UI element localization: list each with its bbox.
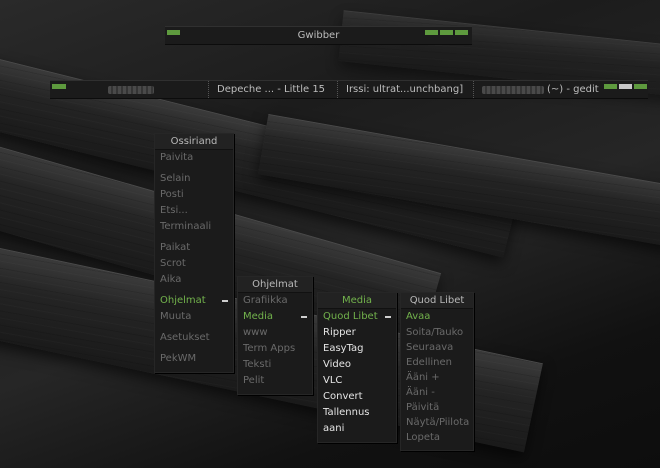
task-item-4[interactable]: (~) - gedit (473, 81, 602, 98)
task-item-1[interactable] (108, 81, 208, 98)
menu-item-aani-plus[interactable]: Ääni + (401, 370, 473, 385)
menu-item-easytag[interactable]: EasyTag (318, 341, 396, 357)
menu-item-teksti[interactable]: Teksti (238, 357, 312, 373)
menu-item-quod-libet[interactable]: Quod Libet (318, 309, 396, 325)
menu-item-aani[interactable]: aani (318, 421, 396, 437)
menu-item-edellinen[interactable]: Edellinen (401, 355, 473, 370)
menu-item-term-apps[interactable]: Term Apps (238, 341, 312, 357)
blurred-title-icon (108, 85, 154, 94)
media-menu-title: Media (318, 293, 396, 309)
menu-item-ripper[interactable]: Ripper (318, 325, 396, 341)
submenu-arrow-icon (222, 300, 228, 302)
blurred-title-icon (482, 85, 544, 94)
menu-item-soita-tauko[interactable]: Soita/Tauko (401, 325, 473, 340)
tray-indicator-1[interactable] (604, 84, 617, 89)
submenu-arrow-icon (301, 316, 307, 318)
menu-item-selain[interactable]: Selain (155, 171, 233, 187)
gwibber-titlebar[interactable]: Gwibber (165, 26, 472, 45)
tray-indicator-2[interactable] (619, 84, 632, 89)
ohjelmat-menu: Ohjelmat Grafiikka Media www Term Apps T… (237, 276, 313, 395)
menu-item-asetukset[interactable]: Asetukset (155, 330, 233, 346)
menu-item-pekwm[interactable]: PekWM (155, 351, 233, 367)
menu-item-pelit[interactable]: Pelit (238, 373, 312, 389)
menu-item-ohjelmat[interactable]: Ohjelmat (155, 293, 233, 309)
menu-item-scrot[interactable]: Scrot (155, 256, 233, 272)
menu-item-etsi[interactable]: Etsi... (155, 203, 233, 219)
menu-item-tallennus[interactable]: Tallennus (318, 405, 396, 421)
maximize-button[interactable] (440, 30, 453, 35)
menu-item-paikat[interactable]: Paikat (155, 240, 233, 256)
task-item-2[interactable]: Depeche ... - Little 15 (208, 81, 335, 98)
media-menu: Media Quod Libet Ripper EasyTag Video VL… (317, 292, 397, 443)
menu-item-aani-minus[interactable]: Ääni - (401, 385, 473, 400)
submenu-arrow-icon (385, 316, 391, 318)
menu-item-muuta[interactable]: Muuta (155, 309, 233, 325)
taskbar: Depeche ... - Little 15 Irssi: ultrat...… (50, 80, 648, 99)
taskbar-menu-icon[interactable] (52, 84, 66, 89)
menu-item-media[interactable]: Media (238, 309, 312, 325)
ohjelmat-menu-title: Ohjelmat (238, 277, 312, 293)
menu-item-avaa[interactable]: Avaa (401, 309, 473, 325)
menu-item-convert[interactable]: Convert (318, 389, 396, 405)
tray-indicator-3[interactable] (634, 84, 647, 89)
menu-item-posti[interactable]: Posti (155, 187, 233, 203)
menu-item-nayta-piilota[interactable]: Näytä/Piilota (401, 415, 473, 430)
quod-libet-menu: Quod Libet Avaa Soita/Tauko Seuraava Ede… (400, 292, 474, 451)
menu-item-www[interactable]: www (238, 325, 312, 341)
menu-item-lopeta[interactable]: Lopeta (401, 430, 473, 445)
menu-item-paivita-ql[interactable]: Päivitä (401, 400, 473, 415)
root-menu: Ossiriand Paivita Selain Posti Etsi... T… (154, 133, 234, 373)
menu-item-vlc[interactable]: VLC (318, 373, 396, 389)
minimize-button[interactable] (425, 30, 438, 35)
menu-item-aika[interactable]: Aika (155, 272, 233, 288)
menu-item-seuraava[interactable]: Seuraava (401, 340, 473, 355)
menu-item-paivita[interactable]: Paivita (155, 150, 233, 166)
menu-item-grafiikka[interactable]: Grafiikka (238, 293, 312, 309)
menu-item-video[interactable]: Video (318, 357, 396, 373)
close-button[interactable] (455, 30, 468, 35)
root-menu-title: Ossiriand (155, 134, 233, 150)
task-item-3[interactable]: Irssi: ultrat...unchbang] (337, 81, 468, 98)
menu-item-terminaali[interactable]: Terminaali (155, 219, 233, 235)
quod-libet-menu-title: Quod Libet (401, 293, 473, 309)
